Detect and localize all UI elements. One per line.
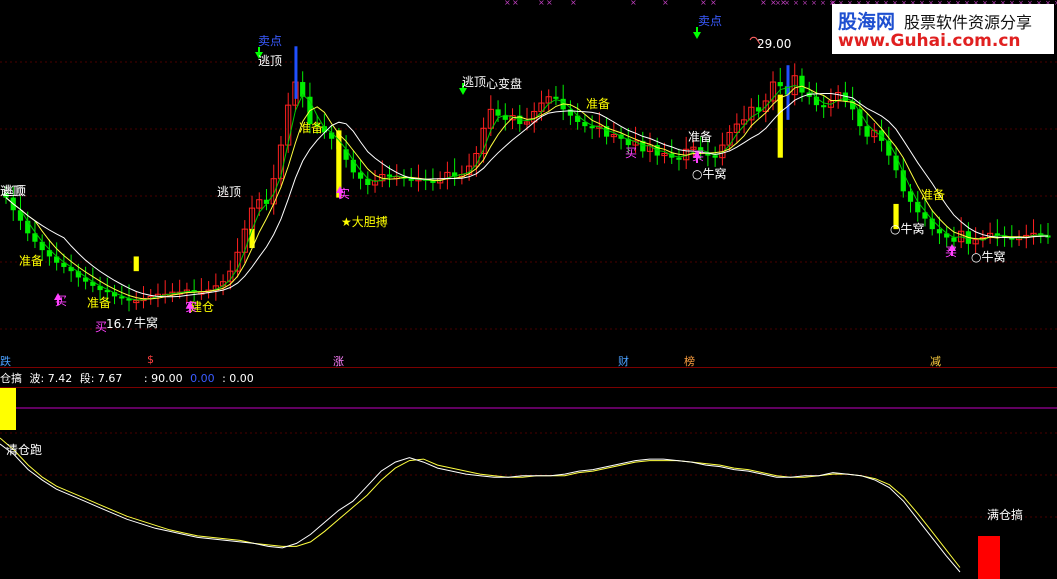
signal-label: 逃顶 bbox=[217, 185, 242, 199]
signal-label: 逃顶 bbox=[258, 54, 283, 68]
candle-body bbox=[777, 82, 783, 87]
candle-body bbox=[676, 157, 682, 160]
guhai-logo: 股海网 股票软件资源分享 www.Guhai.com.cn bbox=[832, 4, 1054, 54]
candle-body bbox=[495, 109, 501, 116]
candle-body bbox=[502, 115, 508, 120]
candle-body bbox=[936, 229, 943, 234]
signal-label: 买 bbox=[625, 146, 638, 160]
right-signal-label: 满仓搞 bbox=[987, 508, 1024, 522]
value-one: : 90.00 bbox=[143, 372, 183, 385]
candle-body bbox=[907, 191, 914, 202]
top-marker: × bbox=[538, 0, 545, 7]
signal-label: ○牛窝 bbox=[971, 250, 1006, 264]
signal-label: 买 bbox=[692, 149, 705, 163]
signal-arrow bbox=[693, 32, 701, 39]
candle-body bbox=[864, 126, 870, 137]
top-marker: × bbox=[504, 0, 511, 7]
candle-body bbox=[350, 159, 356, 173]
signal-label: 卖点 bbox=[698, 14, 723, 28]
candle-body bbox=[821, 105, 827, 108]
signal-label: 买 bbox=[55, 294, 68, 308]
signal-label: 16.7 bbox=[106, 317, 133, 331]
signal-spike bbox=[294, 46, 298, 99]
candle-body bbox=[343, 149, 349, 160]
top-marker: × bbox=[820, 0, 826, 7]
candle-body bbox=[25, 220, 31, 234]
segment-value: 段: 7.67 bbox=[79, 372, 123, 385]
signal-label: ○牛窝 bbox=[890, 222, 925, 236]
candle-body bbox=[553, 96, 559, 99]
top-marker: × bbox=[811, 0, 817, 7]
signal-label: 准备 bbox=[87, 296, 112, 310]
axis-marker: 涨 bbox=[333, 355, 344, 368]
indicator-line bbox=[0, 443, 961, 573]
signal-label: 牛窝 bbox=[134, 316, 159, 330]
signal-label: 逃顶 bbox=[2, 184, 27, 198]
top-marker: × bbox=[793, 0, 799, 7]
left-signal-label: 清仓跑 bbox=[6, 443, 43, 457]
signal-label: 实 bbox=[338, 187, 351, 201]
axis-marker: $ bbox=[147, 353, 154, 366]
top-marker: × bbox=[630, 0, 637, 7]
signal-arrow bbox=[459, 88, 467, 95]
top-marker: × bbox=[662, 0, 669, 7]
signal-label: 买 bbox=[945, 245, 958, 259]
panel-separator bbox=[0, 367, 1057, 368]
top-marker: × bbox=[802, 0, 808, 7]
top-marker: × bbox=[784, 0, 790, 7]
top-marker: × bbox=[710, 0, 717, 7]
logo-brand: 股海网 bbox=[838, 11, 896, 33]
top-marker: × bbox=[700, 0, 707, 7]
signal-label: 准备 bbox=[299, 121, 324, 135]
wave-value: 波: 7.42 bbox=[29, 372, 73, 385]
signal-label: 实 bbox=[185, 300, 198, 314]
top-marker: × bbox=[512, 0, 519, 7]
full-signal-bar bbox=[978, 536, 1000, 579]
candle-body bbox=[357, 172, 364, 179]
clear-signal-bar bbox=[0, 388, 16, 430]
signal-label: 准备 bbox=[921, 188, 946, 202]
candle-body bbox=[799, 75, 805, 93]
candle-body bbox=[329, 132, 335, 139]
candlestick-series bbox=[3, 46, 1051, 312]
signal-label: 29.00 bbox=[757, 37, 792, 51]
indicator-panel bbox=[0, 388, 1000, 579]
value-two: 0.00 bbox=[190, 372, 215, 385]
top-marker: × bbox=[546, 0, 553, 7]
top-marker: × bbox=[760, 0, 767, 7]
indicator-line bbox=[0, 437, 961, 568]
chart-canvas: ××××××××××××××××××××××××××××××××××××××××… bbox=[0, 0, 1057, 579]
axis-marker: 财 bbox=[618, 355, 629, 368]
signal-label: 逃顶 bbox=[462, 75, 487, 89]
signal-bar bbox=[133, 256, 139, 272]
logo-url: www.Guhai.com.cn bbox=[838, 31, 1021, 51]
signal-label: 准备 bbox=[688, 130, 713, 144]
candle-body bbox=[589, 126, 595, 129]
signal-label: ○牛窝 bbox=[692, 167, 727, 181]
indicator-info: 仓搞 波: 7.42 段: 7.67 : 90.00 0.00 : 0.00 bbox=[0, 370, 258, 386]
candle-body bbox=[893, 155, 899, 171]
panel-separator bbox=[0, 387, 1057, 388]
value-three: : 0.00 bbox=[222, 372, 254, 385]
logo-tagline: 股票软件资源分享 bbox=[904, 13, 1033, 32]
top-marker: × bbox=[775, 0, 781, 7]
axis-marker: 榜 bbox=[684, 355, 695, 368]
signal-label: ★大胆搏 bbox=[341, 215, 388, 229]
indicator-name: 仓搞 bbox=[0, 372, 22, 385]
candle-body bbox=[951, 237, 957, 242]
signal-label: 准备 bbox=[586, 97, 611, 111]
axis-marker: 跌 bbox=[0, 355, 11, 368]
signal-label: 卖点 bbox=[258, 34, 283, 48]
candle-body bbox=[386, 174, 393, 177]
signal-bar bbox=[777, 94, 783, 158]
signal-spike bbox=[786, 65, 790, 120]
axis-marker: 减 bbox=[930, 355, 941, 368]
top-marker: × bbox=[570, 0, 577, 7]
signal-label: 准备 bbox=[19, 254, 44, 268]
signal-label: 心变盘 bbox=[486, 77, 523, 91]
